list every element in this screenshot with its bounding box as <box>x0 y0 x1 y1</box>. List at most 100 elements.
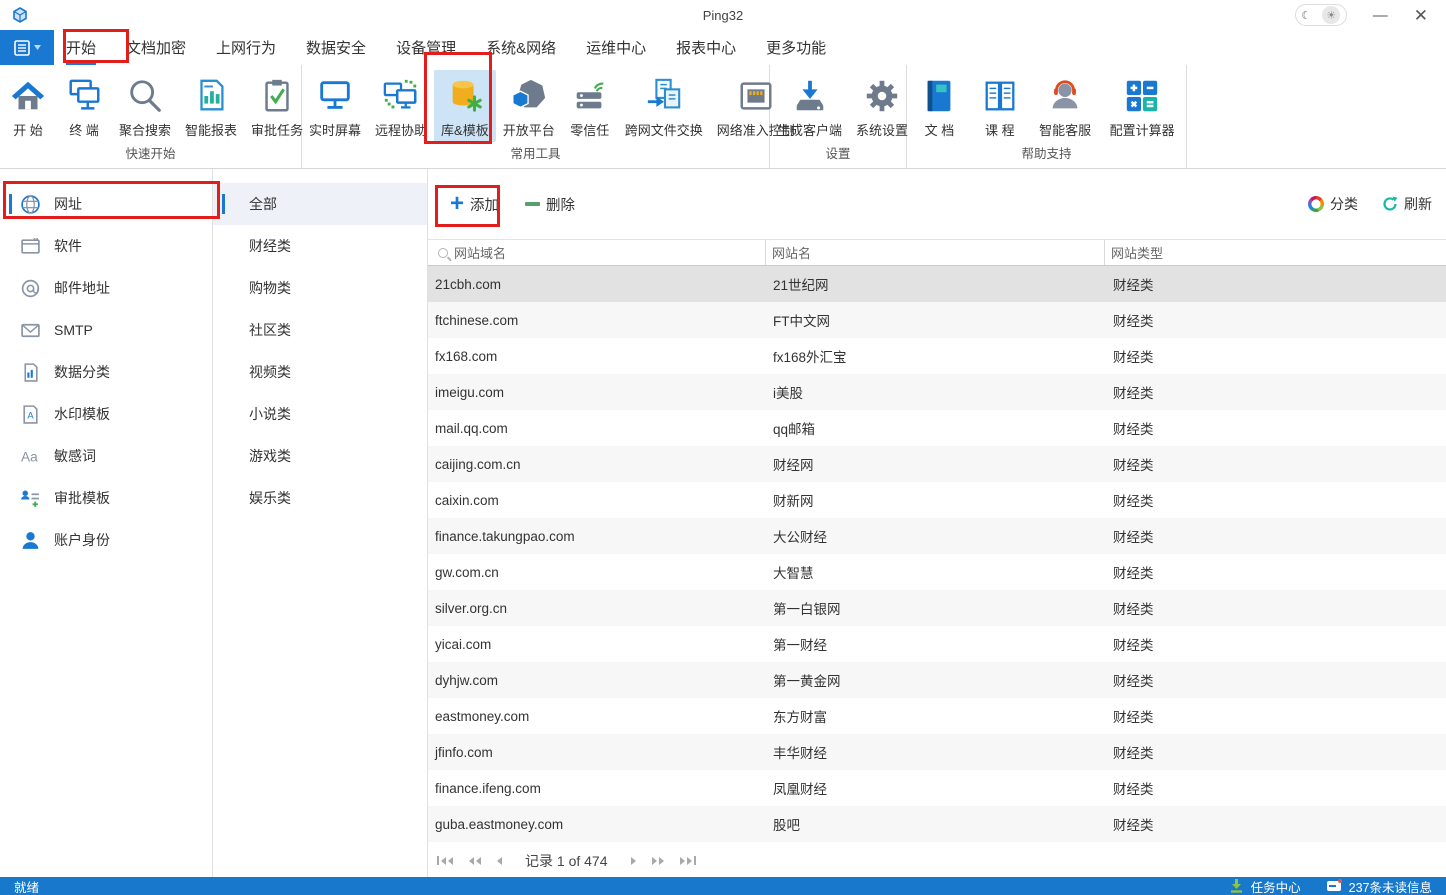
ribbon-button-open-platform[interactable]: 开放平台 <box>496 70 562 142</box>
sidebar-item-email-address[interactable]: 邮件地址 <box>0 267 212 309</box>
cell-domain: yicai.com <box>428 637 766 652</box>
category-item-1[interactable]: 财经类 <box>213 225 427 267</box>
delete-button[interactable]: 删除 <box>525 194 575 215</box>
close-button[interactable]: ✕ <box>1414 7 1428 24</box>
column-header-site-type[interactable]: 网站类型 <box>1105 240 1446 265</box>
table-row[interactable]: ftchinese.comFT中文网财经类 <box>428 302 1446 338</box>
fast-forward-button[interactable] <box>652 857 664 865</box>
category-item-5[interactable]: 小说类 <box>213 393 427 435</box>
ribbon-button-smart-report[interactable]: 智能报表 <box>178 70 244 142</box>
ribbon-button-approval-task[interactable]: 审批任务 <box>244 70 310 142</box>
table-row[interactable]: eastmoney.com东方财富财经类 <box>428 698 1446 734</box>
fast-back-button[interactable] <box>469 857 481 865</box>
minimize-button[interactable]: — <box>1373 8 1388 23</box>
menu-tab-2[interactable]: 上网行为 <box>216 30 276 65</box>
envelope-icon <box>20 320 41 341</box>
menu-tab-6[interactable]: 运维中心 <box>586 30 646 65</box>
cell-site-type: 财经类 <box>1105 562 1446 582</box>
sidebar-item-watermark[interactable]: A 水印模板 <box>0 393 212 435</box>
ribbon-button-home[interactable]: 开 始 <box>0 70 56 142</box>
sidebar-item-urls[interactable]: 网址 <box>0 183 212 225</box>
column-header-site-name[interactable]: 网站名 <box>766 240 1105 265</box>
ribbon-button-aggregate-search[interactable]: 聚合搜索 <box>112 70 178 142</box>
table-toolbar: + 添加 删除 分类 刷新 <box>428 169 1446 239</box>
sidebar-item-approval-template[interactable]: 审批模板 <box>0 477 212 519</box>
content-area: 网址 软件 邮件地址 <box>0 169 1446 877</box>
menu-tab-4[interactable]: 设备管理 <box>396 30 456 65</box>
cell-domain: 21cbh.com <box>428 277 766 292</box>
ribbon-button-system-settings[interactable]: 系统设置 <box>849 70 915 142</box>
add-button[interactable]: + 添加 <box>450 192 499 216</box>
first-page-button[interactable] <box>437 856 453 865</box>
table-row[interactable]: finance.takungpao.com大公财经财经类 <box>428 518 1446 554</box>
prev-page-button[interactable] <box>497 857 502 865</box>
ribbon-button-zero-trust[interactable]: 零信任 <box>562 70 618 142</box>
cell-domain: finance.ifeng.com <box>428 781 766 796</box>
menu-tab-3[interactable]: 数据安全 <box>306 30 366 65</box>
table-row[interactable]: finance.ifeng.com凤凰财经财经类 <box>428 770 1446 806</box>
table-row[interactable]: fx168.comfx168外汇宝财经类 <box>428 338 1446 374</box>
menu-tab-1[interactable]: 文档加密 <box>126 30 186 65</box>
category-list: 全部财经类购物类社区类视频类小说类游戏类娱乐类 <box>213 169 428 877</box>
ribbon-button-terminals[interactable]: 终 端 <box>56 70 112 142</box>
file-exchange-icon <box>643 74 685 118</box>
table-row[interactable]: dyhjw.com第一黄金网财经类 <box>428 662 1446 698</box>
ribbon-button-docs[interactable]: 文 档 <box>911 70 967 142</box>
table-row[interactable]: silver.org.cn第一白银网财经类 <box>428 590 1446 626</box>
table-row[interactable]: imeigu.comi美股财经类 <box>428 374 1446 410</box>
category-item-6[interactable]: 游戏类 <box>213 435 427 477</box>
ribbon-button-config-calculator[interactable]: 配置计算器 <box>1103 70 1182 142</box>
ribbon-button-library-templates[interactable]: 库&模板 <box>434 70 496 142</box>
menu-tab-5[interactable]: 系统&网络 <box>486 30 556 65</box>
column-header-domain[interactable]: 网站域名 <box>428 240 766 265</box>
ribbon-button-smart-support[interactable]: 智能客服 <box>1032 70 1098 142</box>
table-row[interactable]: caixin.com财新网财经类 <box>428 482 1446 518</box>
cell-site-type: 财经类 <box>1105 310 1446 330</box>
category-item-2[interactable]: 购物类 <box>213 267 427 309</box>
sidebar-item-software[interactable]: 软件 <box>0 225 212 267</box>
cell-domain: jfinfo.com <box>428 745 766 760</box>
table-row[interactable]: 21cbh.com21世纪网财经类 <box>428 266 1446 302</box>
table-row[interactable]: gw.com.cn大智慧财经类 <box>428 554 1446 590</box>
ribbon-button-file-exchange[interactable]: 跨网文件交换 <box>618 70 710 142</box>
search-icon <box>124 74 166 118</box>
sidebar-item-smtp[interactable]: SMTP <box>0 309 212 351</box>
category-item-7[interactable]: 娱乐类 <box>213 477 427 519</box>
menu-tab-7[interactable]: 报表中心 <box>676 30 736 65</box>
table-row[interactable]: jfinfo.com丰华财经财经类 <box>428 734 1446 770</box>
ribbon-group-label: 设置 <box>770 144 906 168</box>
category-item-4[interactable]: 视频类 <box>213 351 427 393</box>
table-row[interactable]: guba.eastmoney.com股吧财经类 <box>428 806 1446 842</box>
table-row[interactable]: caijing.com.cn财经网财经类 <box>428 446 1446 482</box>
refresh-button[interactable]: 刷新 <box>1382 194 1432 214</box>
cell-site-type: 财经类 <box>1105 742 1446 762</box>
ribbon-group-common-tools: 实时屏幕 远程协助 <box>302 65 770 168</box>
next-page-button[interactable] <box>631 857 636 865</box>
ribbon-button-remote-assist[interactable]: 远程协助 <box>368 70 434 142</box>
ribbon-button-generate-client[interactable]: 生成客户端 <box>770 70 849 142</box>
category-item-0[interactable]: 全部 <box>213 183 427 225</box>
cell-site-type: 财经类 <box>1105 274 1446 294</box>
table-row[interactable]: mail.qq.comqq邮箱财经类 <box>428 410 1446 446</box>
menu-bar: 开始文档加密上网行为数据安全设备管理系统&网络运维中心报表中心更多功能 <box>0 30 1446 65</box>
moon-icon: ☾ <box>1301 9 1311 22</box>
app-menu-button[interactable] <box>0 30 54 65</box>
category-item-3[interactable]: 社区类 <box>213 309 427 351</box>
cell-site-type: 财经类 <box>1105 634 1446 654</box>
sidebar-item-data-classify[interactable]: 数据分类 <box>0 351 212 393</box>
cell-site-name: 丰华财经 <box>766 742 1105 762</box>
sidebar: 网址 软件 邮件地址 <box>0 169 213 877</box>
table-body: 21cbh.com21世纪网财经类ftchinese.comFT中文网财经类fx… <box>428 266 1446 844</box>
theme-toggle[interactable]: ☾ ☀ <box>1295 4 1347 26</box>
menu-tab-0[interactable]: 开始 <box>66 30 96 65</box>
table-row[interactable]: yicai.com第一财经财经类 <box>428 626 1446 662</box>
classify-button[interactable]: 分类 <box>1308 194 1358 214</box>
sidebar-item-account-identity[interactable]: 账户身份 <box>0 519 212 561</box>
unread-messages-button[interactable]: 237条未读信息 <box>1349 877 1432 895</box>
sidebar-item-sensitive-words[interactable]: Aa 敏感词 <box>0 435 212 477</box>
task-center-button[interactable]: 任务中心 <box>1251 877 1301 895</box>
ribbon-button-realtime-screen[interactable]: 实时屏幕 <box>302 70 368 142</box>
ribbon-button-courses[interactable]: 课 程 <box>972 70 1028 142</box>
menu-tab-8[interactable]: 更多功能 <box>766 30 826 65</box>
last-page-button[interactable] <box>680 856 696 865</box>
